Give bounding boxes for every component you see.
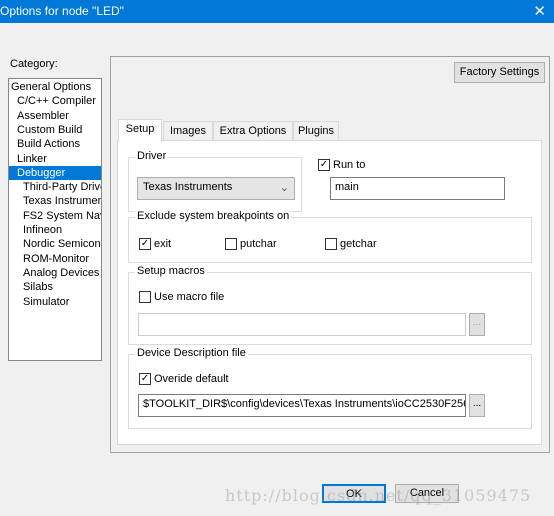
category-item[interactable]: Linker bbox=[9, 152, 101, 166]
category-label: Category: bbox=[10, 58, 58, 70]
close-icon[interactable]: ✕ bbox=[533, 2, 546, 20]
category-item[interactable]: Infineon bbox=[9, 223, 101, 237]
override-default-label: Overide default bbox=[154, 373, 229, 385]
category-item[interactable]: ROM-Monitor bbox=[9, 252, 101, 266]
category-item[interactable]: Debugger bbox=[9, 165, 101, 180]
checkbox-icon: ✓ bbox=[139, 373, 151, 385]
setup-tab-content: Driver Texas Instruments ⌄ ✓ Run to main… bbox=[117, 140, 542, 445]
category-item[interactable]: Simulator bbox=[9, 295, 101, 309]
category-item[interactable]: General Options bbox=[9, 80, 101, 94]
exit-checkbox[interactable]: ✓ exit bbox=[139, 238, 171, 250]
device-description-group: Device Description file ✓ Overide default… bbox=[128, 347, 532, 429]
device-description-label: Device Description file bbox=[135, 347, 248, 359]
factory-settings-button[interactable]: Factory Settings bbox=[454, 62, 545, 83]
chevron-down-icon: ⌄ bbox=[279, 182, 289, 194]
override-default-checkbox[interactable]: ✓ Overide default bbox=[139, 373, 229, 385]
checkbox-icon: ✓ bbox=[139, 238, 151, 250]
category-list[interactable]: General Options C/C++ Compiler Assembler Cu… bbox=[8, 78, 102, 361]
category-item[interactable]: Analog Devices bbox=[9, 266, 101, 280]
getchar-checkbox[interactable]: getchar bbox=[325, 238, 377, 250]
driver-select[interactable]: Texas Instruments ⌄ bbox=[137, 177, 295, 200]
tab-plugins[interactable]: Plugins bbox=[293, 121, 339, 141]
driver-value: Texas Instruments bbox=[143, 181, 233, 193]
run-to-checkbox[interactable]: ✓ Run to bbox=[318, 159, 365, 171]
run-to-label: Run to bbox=[333, 159, 366, 171]
category-item[interactable]: Nordic Semiconductor bbox=[9, 237, 101, 251]
macro-browse-button[interactable]: ... bbox=[469, 313, 485, 336]
category-item[interactable]: Texas Instruments bbox=[9, 194, 101, 208]
putchar-label: putchar bbox=[240, 238, 277, 250]
checkbox-icon bbox=[225, 238, 237, 250]
exclude-label: Exclude system breakpoints on bbox=[135, 210, 292, 222]
macro-file-input[interactable] bbox=[138, 313, 466, 336]
exclude-breakpoints-group: Exclude system breakpoints on ✓ exit putc… bbox=[128, 210, 532, 263]
checkbox-icon: ✓ bbox=[318, 159, 330, 171]
driver-group: Driver Texas Instruments ⌄ bbox=[128, 150, 302, 212]
ddf-browse-button[interactable]: ... bbox=[469, 394, 485, 417]
category-item[interactable]: Silabs bbox=[9, 280, 101, 294]
category-item[interactable]: Build Actions bbox=[9, 137, 101, 151]
use-macro-file-checkbox[interactable]: Use macro file bbox=[139, 291, 224, 303]
category-item[interactable]: FS2 System Navigator bbox=[9, 209, 101, 223]
setup-macros-label: Setup macros bbox=[135, 265, 207, 277]
checkbox-icon bbox=[139, 291, 151, 303]
exit-label: exit bbox=[154, 238, 172, 250]
title-bar: Options for node "LED" ✕ bbox=[0, 0, 554, 23]
options-panel: Factory Settings Setup Images Extra Opti… bbox=[110, 56, 550, 453]
run-to-input[interactable]: main bbox=[330, 177, 505, 200]
getchar-label: getchar bbox=[340, 238, 377, 250]
tab-setup[interactable]: Setup bbox=[118, 119, 162, 142]
category-item[interactable]: Third-Party Driver bbox=[9, 180, 101, 194]
tab-images[interactable]: Images bbox=[163, 121, 213, 141]
category-item[interactable]: Assembler bbox=[9, 109, 101, 123]
setup-macros-group: Setup macros Use macro file ... bbox=[128, 265, 532, 345]
driver-label: Driver bbox=[135, 150, 169, 162]
tab-extra-options[interactable]: Extra Options bbox=[213, 121, 293, 141]
window-title: Options for node "LED" bbox=[0, 4, 124, 18]
putchar-checkbox[interactable]: putchar bbox=[225, 238, 277, 250]
ddf-path-input[interactable]: $TOOLKIT_DIR$\config\devices\Texas Instr… bbox=[138, 394, 466, 417]
checkbox-icon bbox=[325, 238, 337, 250]
category-item[interactable]: Custom Build bbox=[9, 123, 101, 137]
use-macro-file-label: Use macro file bbox=[154, 291, 225, 303]
watermark: http://blog.csdn.net/qq_31059475 bbox=[225, 486, 532, 505]
category-item[interactable]: C/C++ Compiler bbox=[9, 94, 101, 108]
